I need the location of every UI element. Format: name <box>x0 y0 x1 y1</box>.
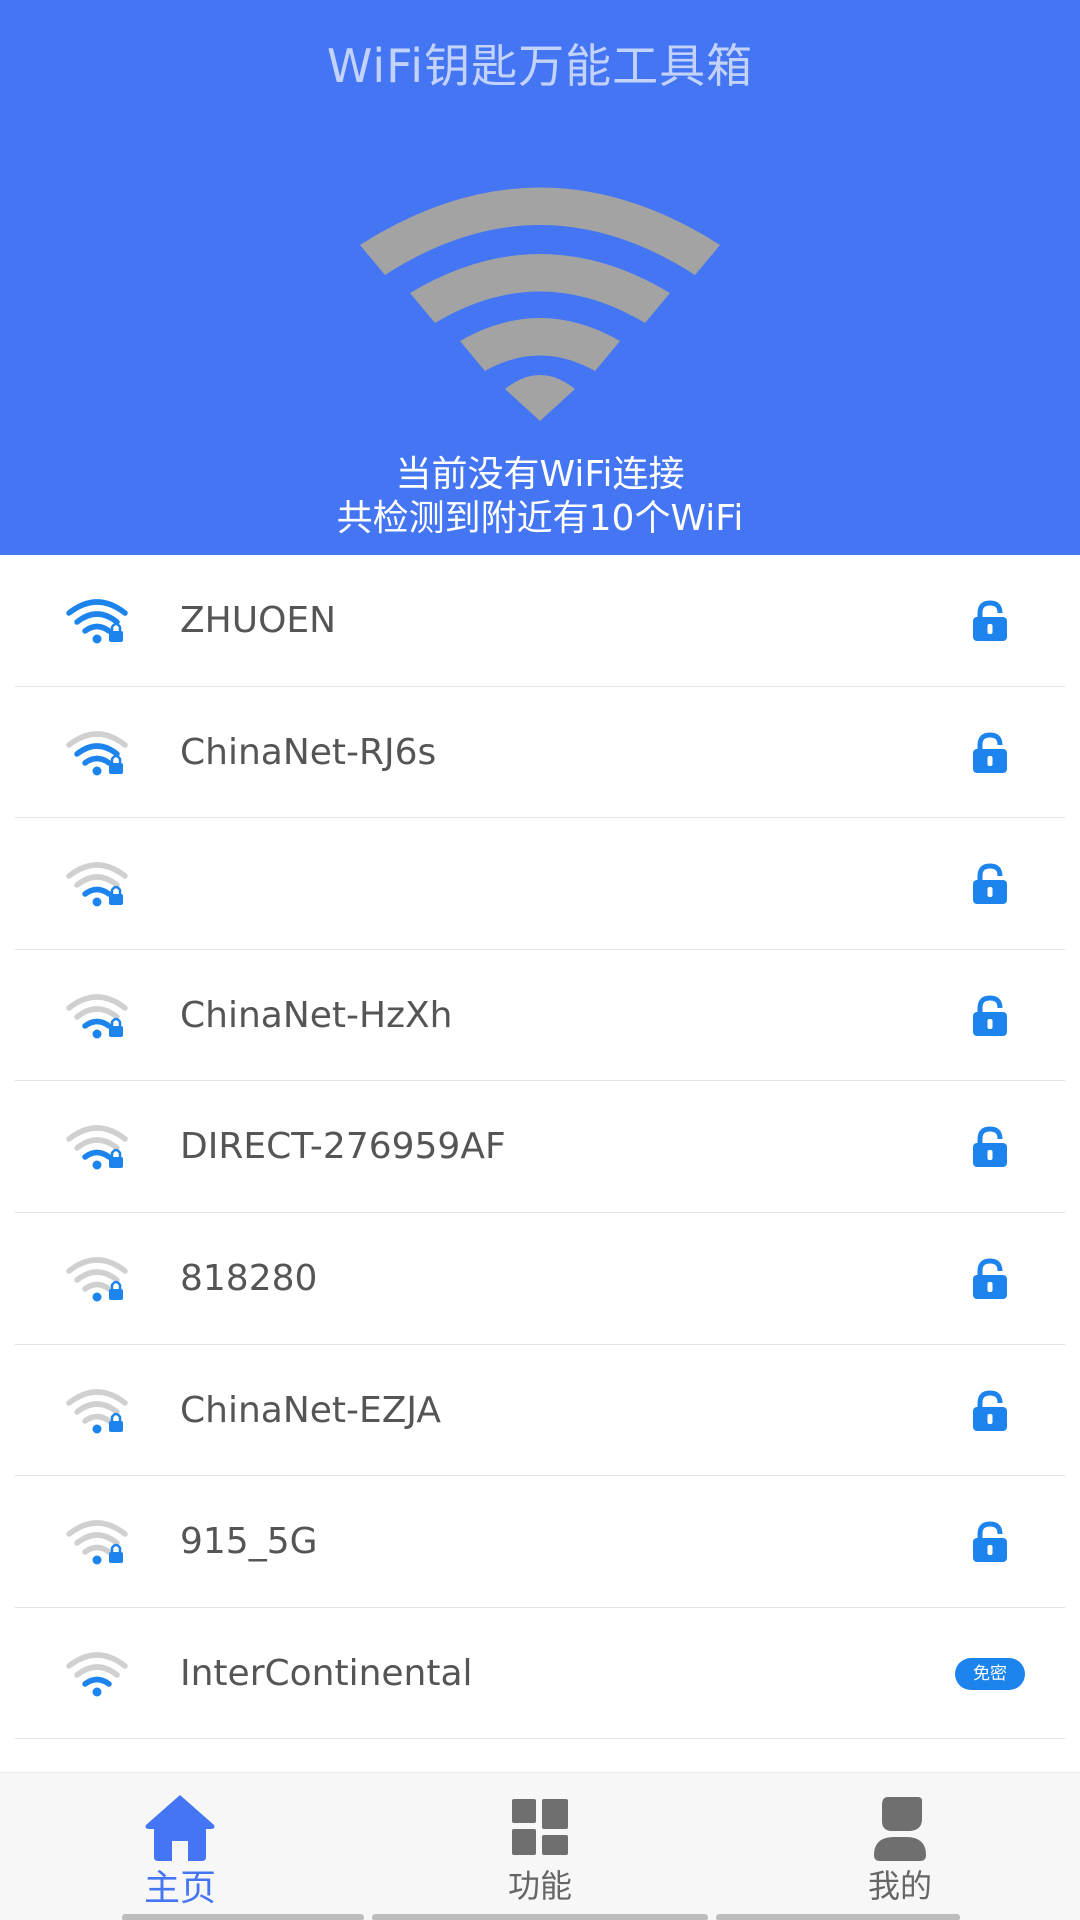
lock-icon[interactable] <box>970 994 1010 1038</box>
wifi-name: ChinaNet-EZJA <box>180 1389 442 1431</box>
wifi-signal-icon <box>66 1388 128 1434</box>
wifi-signal-icon <box>66 599 128 644</box>
nav-mine-label: 我的 <box>867 1867 932 1905</box>
wifi-signal-icon <box>66 1652 128 1697</box>
lock-icon[interactable] <box>970 1389 1010 1433</box>
lock-icon[interactable] <box>970 1125 1010 1169</box>
wifi-list-item[interactable]: DIRECT-276959AF <box>15 1081 1065 1213</box>
app-root: WiFi钥匙万能工具箱 当前没有WiFi连接 共检测到附近有10个WiFi ZH… <box>0 0 1080 1920</box>
lock-icon[interactable] <box>970 1520 1010 1564</box>
wifi-list-item[interactable] <box>15 818 1065 950</box>
wifi-name: ChinaNet-RJ6s <box>180 731 437 773</box>
lock-icon[interactable] <box>970 731 1010 775</box>
wifi-list-item[interactable]: InterContinental 免密 <box>15 1608 1065 1740</box>
tab-indicator-1 <box>122 1914 364 1920</box>
tab-indicator-3 <box>716 1914 960 1920</box>
wifi-signal-icon <box>66 994 128 1039</box>
wifi-signal-icon <box>66 730 128 776</box>
free-password-badge[interactable]: 免密 <box>955 1657 1025 1690</box>
wifi-list-item[interactable]: ZHUOEN <box>15 555 1065 687</box>
app-title: WiFi钥匙万能工具箱 <box>326 39 754 93</box>
wifi-list: ZHUOEN ChinaNet-RJ6s ChinaNet-HzXh DIREC… <box>15 555 1065 1775</box>
lock-icon[interactable] <box>970 862 1010 906</box>
user-icon <box>874 1797 926 1861</box>
wifi-list-item[interactable]: ChinaNet-HzXh <box>15 950 1065 1082</box>
wifi-list-item[interactable]: ChinaNet-RJ6s <box>15 687 1065 819</box>
lock-icon[interactable] <box>970 599 1010 643</box>
wifi-list-item[interactable]: ChinaNet-EZJA <box>15 1345 1065 1477</box>
wifi-list-item[interactable]: 915_5G <box>15 1476 1065 1608</box>
wifi-name: 818280 <box>180 1257 318 1299</box>
wifi-hero-icon <box>360 187 720 421</box>
wifi-name: ChinaNet-HzXh <box>180 994 453 1036</box>
nav-functions-label: 功能 <box>507 1867 572 1905</box>
nav-home[interactable]: 主页 <box>0 1773 360 1920</box>
bottom-nav: 主页 功能 我的 <box>0 1772 1080 1920</box>
wifi-signal-icon <box>66 862 128 907</box>
wifi-list-item[interactable] <box>15 1739 1065 1775</box>
wifi-list-item[interactable]: 818280 <box>15 1213 1065 1345</box>
wifi-signal-icon <box>66 1257 128 1302</box>
nav-functions[interactable]: 功能 <box>360 1773 720 1920</box>
wifi-signal-icon <box>66 1125 128 1170</box>
wifi-name: DIRECT-276959AF <box>180 1126 506 1168</box>
home-icon <box>145 1795 215 1861</box>
wifi-name: ZHUOEN <box>180 600 337 641</box>
lock-icon[interactable] <box>970 1257 1010 1301</box>
nav-mine[interactable]: 我的 <box>720 1773 1080 1920</box>
tab-indicator-2 <box>372 1914 708 1920</box>
wifi-signal-icon <box>66 1520 128 1565</box>
wifi-name: InterContinental <box>180 1652 473 1694</box>
grid-icon <box>512 1799 568 1855</box>
nearby-count: 共检测到附近有10个WiFi <box>336 498 744 539</box>
connection-status: 当前没有WiFi连接 <box>395 454 685 495</box>
header: WiFi钥匙万能工具箱 当前没有WiFi连接 共检测到附近有10个WiFi <box>0 0 1080 555</box>
wifi-name: 915_5G <box>180 1521 318 1563</box>
